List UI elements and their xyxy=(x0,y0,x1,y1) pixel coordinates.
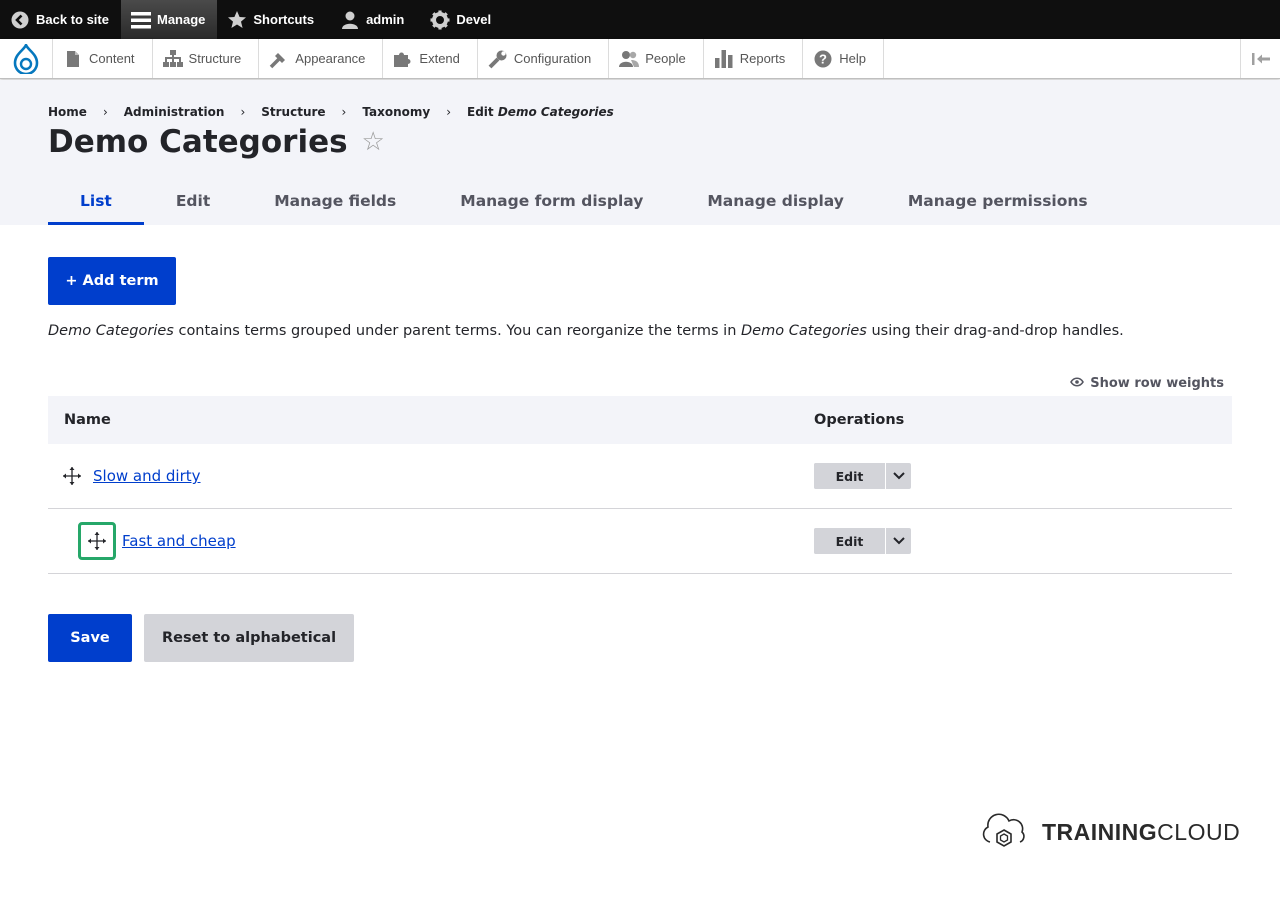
edit-button[interactable]: Edit xyxy=(814,463,886,489)
devel-tab[interactable]: Devel xyxy=(416,0,503,39)
column-header-operations: Operations xyxy=(814,412,905,428)
manage-tab[interactable]: Manage xyxy=(120,0,218,39)
operations-dropbutton: Edit xyxy=(814,528,911,554)
chevron-down-icon[interactable] xyxy=(886,528,911,554)
tray-item-label: Help xyxy=(839,51,866,66)
tab-manage-permissions[interactable]: Manage permissions xyxy=(876,184,1120,225)
bar-chart-icon xyxy=(714,49,734,69)
chevron-down-icon[interactable] xyxy=(886,463,911,489)
hamburger-icon xyxy=(130,10,151,30)
tray-item-configuration[interactable]: Configuration xyxy=(478,39,610,78)
user-icon xyxy=(340,10,360,30)
cloud-icon xyxy=(980,810,1028,854)
paintbrush-icon xyxy=(269,49,289,69)
tray-item-people[interactable]: People xyxy=(609,39,704,78)
page-title: Demo Categories ☆ xyxy=(48,124,385,160)
page-title-text: Demo Categories xyxy=(48,124,348,160)
help-vocab-name: Demo Categories xyxy=(48,323,174,339)
tray-item-structure[interactable]: Structure xyxy=(153,39,260,78)
show-row-weights-label: Show row weights xyxy=(1090,376,1224,391)
brand-text-light: CLOUD xyxy=(1157,818,1241,845)
tray-item-reports[interactable]: Reports xyxy=(704,39,804,78)
help-text-middle: contains terms grouped under parent term… xyxy=(173,323,742,339)
document-icon xyxy=(63,49,83,69)
manage-label: Manage xyxy=(156,12,206,27)
table-header: Name Operations xyxy=(48,396,1232,444)
tray-item-extend[interactable]: Extend xyxy=(383,39,478,78)
tray-item-label: Structure xyxy=(188,51,242,66)
table-row: Slow and dirty Edit xyxy=(48,444,1232,509)
primary-tabs: List Edit Manage fields Manage form disp… xyxy=(48,184,1120,225)
breadcrumb-structure[interactable]: Structure xyxy=(261,105,325,119)
breadcrumb-separator: › xyxy=(102,105,108,119)
tray-item-label: Extend xyxy=(419,51,460,66)
breadcrumb-taxonomy[interactable]: Taxonomy xyxy=(362,105,430,119)
shortcuts-tab[interactable]: Shortcuts xyxy=(217,0,326,39)
tab-manage-form-display[interactable]: Manage form display xyxy=(428,184,675,225)
term-link[interactable]: Slow and dirty xyxy=(93,467,201,485)
brand-text: TRAININGCLOUD xyxy=(1042,819,1240,846)
brand-text-bold: TRAINING xyxy=(1042,818,1158,845)
toolbar-tray: Content Structure Appearance Extend Conf… xyxy=(0,39,1280,79)
help-text: Demo Categories contains terms grouped u… xyxy=(48,323,1124,339)
back-to-site-link[interactable]: Back to site xyxy=(0,0,121,39)
devel-label: Devel xyxy=(456,12,492,27)
tray-item-label: People xyxy=(645,51,686,66)
breadcrumb-current-prefix: Edit xyxy=(467,105,494,119)
terms-table: Name Operations Slow and dirty Edit Fast… xyxy=(48,396,1232,574)
star-icon xyxy=(227,10,247,30)
people-icon xyxy=(619,49,640,69)
column-header-name: Name xyxy=(64,412,111,428)
user-label: admin xyxy=(366,12,405,27)
help-vocab-name: Demo Categories xyxy=(741,323,867,339)
eye-icon xyxy=(1070,376,1085,391)
breadcrumb: Home › Administration › Structure › Taxo… xyxy=(48,105,614,119)
back-arrow-icon xyxy=(10,10,30,30)
tray-item-label: Appearance xyxy=(295,51,366,66)
admin-toolbar: Back to site Manage Shortcuts admin Deve… xyxy=(0,0,1280,39)
drag-handle-icon[interactable] xyxy=(78,522,116,560)
tray-item-label: Configuration xyxy=(513,51,592,66)
tray-item-appearance[interactable]: Appearance xyxy=(259,39,384,78)
help-text-end: using their drag-and-drop handles. xyxy=(866,323,1124,339)
breadcrumb-administration[interactable]: Administration xyxy=(124,105,225,119)
table-row: Fast and cheap Edit xyxy=(48,509,1232,574)
user-tab[interactable]: admin xyxy=(326,0,416,39)
tray-item-content[interactable]: Content xyxy=(53,39,153,78)
wrench-icon xyxy=(488,49,508,69)
svg-text:?: ? xyxy=(819,51,827,66)
breadcrumb-separator: › xyxy=(446,105,452,119)
breadcrumb-current: Edit Demo Categories xyxy=(467,105,614,119)
hierarchy-icon xyxy=(162,49,183,69)
tab-edit[interactable]: Edit xyxy=(144,184,242,225)
breadcrumb-separator: › xyxy=(341,105,347,119)
show-row-weights-button[interactable]: Show row weights xyxy=(1070,376,1224,391)
back-to-site-label: Back to site xyxy=(36,12,109,27)
gear-icon xyxy=(430,10,450,30)
operations-dropbutton: Edit xyxy=(814,463,911,489)
edit-button[interactable]: Edit xyxy=(814,528,886,554)
reset-alphabetical-button[interactable]: Reset to alphabetical xyxy=(144,614,354,662)
breadcrumb-separator: › xyxy=(240,105,246,119)
tab-manage-display[interactable]: Manage display xyxy=(675,184,876,225)
help-icon: ? xyxy=(813,49,833,69)
tray-item-label: Content xyxy=(89,51,135,66)
puzzle-icon xyxy=(393,49,413,69)
tab-manage-fields[interactable]: Manage fields xyxy=(242,184,428,225)
tab-list[interactable]: List xyxy=(48,184,144,225)
add-term-button[interactable]: + Add term xyxy=(48,257,176,305)
drupal-logo-icon[interactable] xyxy=(0,39,53,78)
save-button[interactable]: Save xyxy=(48,614,132,662)
page-header: Home › Administration › Structure › Taxo… xyxy=(0,80,1280,225)
drag-handle-icon[interactable] xyxy=(53,457,91,495)
breadcrumb-home[interactable]: Home xyxy=(48,105,87,119)
trainingcloud-logo: TRAININGCLOUD xyxy=(980,810,1240,854)
breadcrumb-current-vocab: Demo Categories xyxy=(497,105,614,119)
term-link[interactable]: Fast and cheap xyxy=(122,532,236,550)
shortcuts-label: Shortcuts xyxy=(253,12,315,27)
shortcut-star-icon[interactable]: ☆ xyxy=(362,127,385,157)
tray-item-help[interactable]: ? Help xyxy=(803,39,884,78)
collapse-tray-icon[interactable] xyxy=(1240,39,1280,78)
tray-item-label: Reports xyxy=(739,51,786,66)
